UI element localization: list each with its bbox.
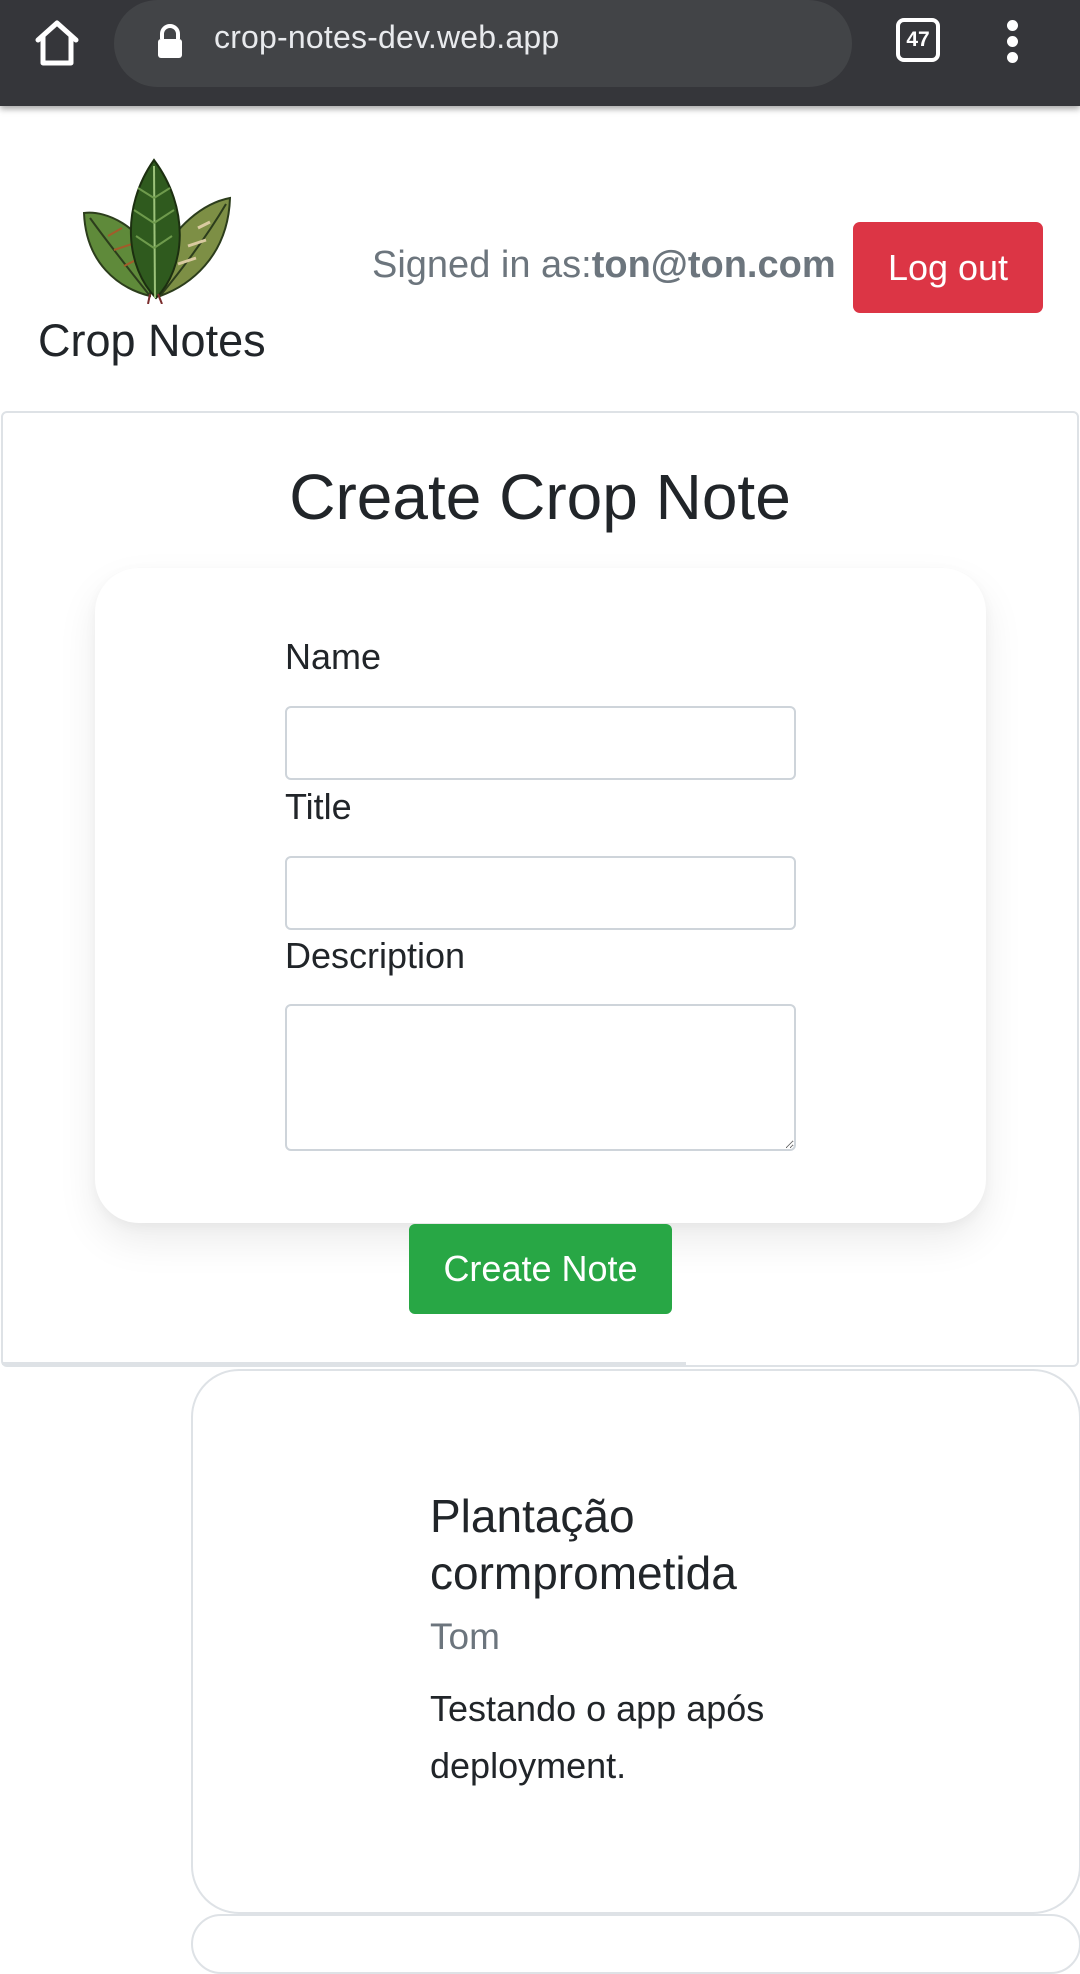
note-description: Testando o app após deployment. [430, 1688, 765, 1786]
page-title: Create Crop Note [289, 461, 791, 533]
brand-name[interactable]: Crop Notes [38, 315, 266, 367]
title-label: Title [285, 786, 352, 827]
note-author: Tom [430, 1616, 500, 1657]
tabs-icon[interactable]: 47 [896, 18, 940, 62]
divider [2, 1362, 686, 1365]
note-card [191, 1914, 1080, 1974]
title-input[interactable] [285, 856, 796, 930]
leaf-logo-icon [82, 158, 232, 304]
description-textarea[interactable] [285, 1004, 796, 1151]
user-email: ton@ton.com [591, 244, 836, 286]
tab-count: 47 [906, 28, 930, 51]
lock-icon [158, 24, 182, 58]
note-card [191, 1369, 1080, 1914]
name-input[interactable] [285, 706, 796, 780]
note-title: Plantação cormprometida [430, 1490, 737, 1599]
signed-in-status: Signed in as:ton@ton.com [372, 244, 836, 287]
logout-button[interactable]: Log out [853, 222, 1043, 313]
signed-in-label: Signed in as: [372, 244, 592, 286]
browser-toolbar: crop-notes-dev.web.app 47 [0, 0, 1080, 106]
name-label: Name [285, 636, 382, 677]
more-vert-icon[interactable] [995, 18, 1031, 64]
create-note-button[interactable]: Create Note [409, 1224, 672, 1314]
home-icon[interactable] [30, 16, 84, 70]
address-url[interactable]: crop-notes-dev.web.app [214, 19, 559, 56]
description-label: Description [285, 935, 466, 976]
